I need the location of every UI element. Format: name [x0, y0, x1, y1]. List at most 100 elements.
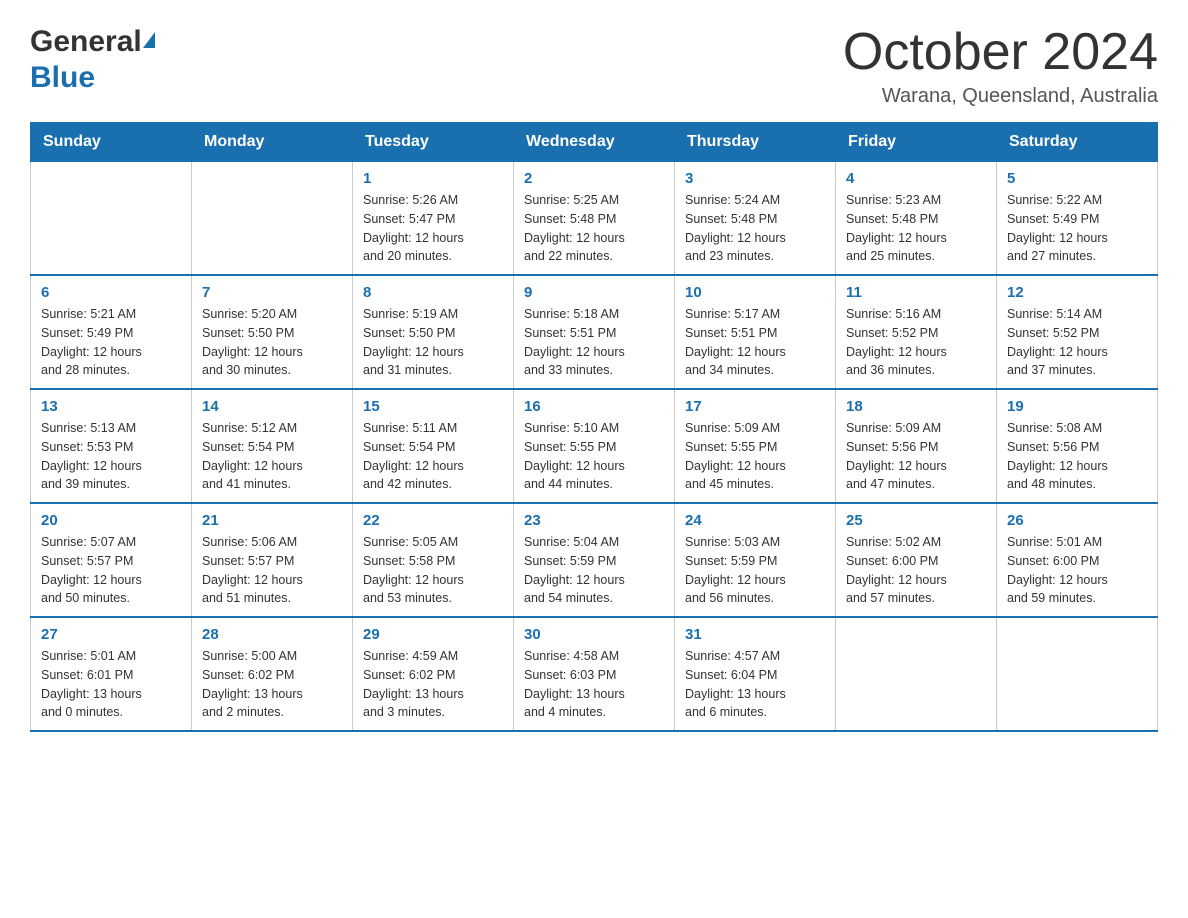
day-info: Sunrise: 5:01 AM Sunset: 6:01 PM Dayligh…	[41, 647, 181, 722]
day-info: Sunrise: 5:13 AM Sunset: 5:53 PM Dayligh…	[41, 419, 181, 494]
calendar-body: 1 Sunrise: 5:26 AM Sunset: 5:47 PM Daylig…	[31, 162, 1158, 732]
calendar-cell: 13 Sunrise: 5:13 AM Sunset: 5:53 PM Dayli…	[31, 389, 192, 503]
day-number: 2	[524, 170, 664, 187]
calendar-table: Sunday Monday Tuesday Wednesday Thursday…	[30, 122, 1158, 732]
calendar-cell: 29Sunrise: 4:59 AM Sunset: 6:02 PM Dayli…	[353, 617, 514, 731]
day-info: Sunrise: 5:26 AM Sunset: 5:47 PM Dayligh…	[363, 191, 503, 266]
calendar-cell	[192, 162, 353, 276]
calendar-cell: 19 Sunrise: 5:08 AM Sunset: 5:56 PM Dayli…	[997, 389, 1158, 503]
day-info: Sunrise: 5:22 AM Sunset: 5:49 PM Dayligh…	[1007, 191, 1147, 266]
day-number: 7	[202, 284, 342, 301]
logo-blue-text: Blue	[30, 61, 95, 94]
calendar-cell: 16Sunrise: 5:10 AM Sunset: 5:55 PM Dayli…	[514, 389, 675, 503]
day-info: Sunrise: 5:09 AM Sunset: 5:55 PM Dayligh…	[685, 419, 825, 494]
day-number: 30	[524, 626, 664, 643]
day-number: 5	[1007, 170, 1147, 187]
calendar-cell	[836, 617, 997, 731]
day-number: 15	[363, 398, 503, 415]
col-friday: Friday	[836, 123, 997, 162]
calendar-cell: 15Sunrise: 5:11 AM Sunset: 5:54 PM Dayli…	[353, 389, 514, 503]
calendar-cell: 12 Sunrise: 5:14 AM Sunset: 5:52 PM Dayli…	[997, 275, 1158, 389]
calendar-week-row: 13 Sunrise: 5:13 AM Sunset: 5:53 PM Dayli…	[31, 389, 1158, 503]
day-number: 19	[1007, 398, 1147, 415]
day-info: Sunrise: 5:23 AM Sunset: 5:48 PM Dayligh…	[846, 191, 986, 266]
day-info: Sunrise: 5:02 AM Sunset: 6:00 PM Dayligh…	[846, 533, 986, 608]
day-number: 22	[363, 512, 503, 529]
day-info: Sunrise: 5:19 AM Sunset: 5:50 PM Dayligh…	[363, 305, 503, 380]
day-number: 14	[202, 398, 342, 415]
day-number: 11	[846, 284, 986, 301]
calendar-week-row: 27Sunrise: 5:01 AM Sunset: 6:01 PM Dayli…	[31, 617, 1158, 731]
day-info: Sunrise: 5:17 AM Sunset: 5:51 PM Dayligh…	[685, 305, 825, 380]
calendar-cell: 8 Sunrise: 5:19 AM Sunset: 5:50 PM Daylig…	[353, 275, 514, 389]
calendar-header: Sunday Monday Tuesday Wednesday Thursday…	[31, 123, 1158, 162]
day-number: 31	[685, 626, 825, 643]
calendar-cell: 25 Sunrise: 5:02 AM Sunset: 6:00 PM Dayli…	[836, 503, 997, 617]
calendar-cell: 6Sunrise: 5:21 AM Sunset: 5:49 PM Daylig…	[31, 275, 192, 389]
calendar-cell: 26 Sunrise: 5:01 AM Sunset: 6:00 PM Dayli…	[997, 503, 1158, 617]
col-wednesday: Wednesday	[514, 123, 675, 162]
day-info: Sunrise: 5:06 AM Sunset: 5:57 PM Dayligh…	[202, 533, 342, 608]
calendar-week-row: 20Sunrise: 5:07 AM Sunset: 5:57 PM Dayli…	[31, 503, 1158, 617]
day-number: 1	[363, 170, 503, 187]
day-number: 18	[846, 398, 986, 415]
day-number: 8	[363, 284, 503, 301]
day-info: Sunrise: 5:20 AM Sunset: 5:50 PM Dayligh…	[202, 305, 342, 380]
day-info: Sunrise: 5:05 AM Sunset: 5:58 PM Dayligh…	[363, 533, 503, 608]
day-info: Sunrise: 5:07 AM Sunset: 5:57 PM Dayligh…	[41, 533, 181, 608]
calendar-cell: 30 Sunrise: 4:58 AM Sunset: 6:03 PM Dayli…	[514, 617, 675, 731]
day-info: Sunrise: 5:18 AM Sunset: 5:51 PM Dayligh…	[524, 305, 664, 380]
day-number: 25	[846, 512, 986, 529]
day-number: 10	[685, 284, 825, 301]
calendar-cell: 22 Sunrise: 5:05 AM Sunset: 5:58 PM Dayli…	[353, 503, 514, 617]
day-info: Sunrise: 4:59 AM Sunset: 6:02 PM Dayligh…	[363, 647, 503, 722]
day-info: Sunrise: 5:08 AM Sunset: 5:56 PM Dayligh…	[1007, 419, 1147, 494]
calendar-week-row: 1 Sunrise: 5:26 AM Sunset: 5:47 PM Daylig…	[31, 162, 1158, 276]
day-info: Sunrise: 5:14 AM Sunset: 5:52 PM Dayligh…	[1007, 305, 1147, 380]
calendar-cell: 9 Sunrise: 5:18 AM Sunset: 5:51 PM Daylig…	[514, 275, 675, 389]
col-saturday: Saturday	[997, 123, 1158, 162]
day-number: 21	[202, 512, 342, 529]
calendar-cell: 24Sunrise: 5:03 AM Sunset: 5:59 PM Dayli…	[675, 503, 836, 617]
day-number: 6	[41, 284, 181, 301]
calendar-cell: 31 Sunrise: 4:57 AM Sunset: 6:04 PM Dayli…	[675, 617, 836, 731]
logo: General Blue	[30, 24, 156, 96]
day-number: 26	[1007, 512, 1147, 529]
day-info: Sunrise: 5:16 AM Sunset: 5:52 PM Dayligh…	[846, 305, 986, 380]
calendar-cell: 23Sunrise: 5:04 AM Sunset: 5:59 PM Dayli…	[514, 503, 675, 617]
day-number: 13	[41, 398, 181, 415]
calendar-week-row: 6Sunrise: 5:21 AM Sunset: 5:49 PM Daylig…	[31, 275, 1158, 389]
day-number: 9	[524, 284, 664, 301]
header-row: Sunday Monday Tuesday Wednesday Thursday…	[31, 123, 1158, 162]
calendar-cell: 7 Sunrise: 5:20 AM Sunset: 5:50 PM Daylig…	[192, 275, 353, 389]
day-number: 12	[1007, 284, 1147, 301]
calendar-cell	[997, 617, 1158, 731]
calendar-cell: 17 Sunrise: 5:09 AM Sunset: 5:55 PM Dayli…	[675, 389, 836, 503]
day-info: Sunrise: 5:12 AM Sunset: 5:54 PM Dayligh…	[202, 419, 342, 494]
col-tuesday: Tuesday	[353, 123, 514, 162]
calendar-cell: 20Sunrise: 5:07 AM Sunset: 5:57 PM Dayli…	[31, 503, 192, 617]
calendar-cell: 11 Sunrise: 5:16 AM Sunset: 5:52 PM Dayli…	[836, 275, 997, 389]
calendar-cell: 18Sunrise: 5:09 AM Sunset: 5:56 PM Dayli…	[836, 389, 997, 503]
day-number: 4	[846, 170, 986, 187]
day-info: Sunrise: 4:57 AM Sunset: 6:04 PM Dayligh…	[685, 647, 825, 722]
calendar-cell: 14 Sunrise: 5:12 AM Sunset: 5:54 PM Dayli…	[192, 389, 353, 503]
calendar-cell: 10 Sunrise: 5:17 AM Sunset: 5:51 PM Dayli…	[675, 275, 836, 389]
day-info: Sunrise: 4:58 AM Sunset: 6:03 PM Dayligh…	[524, 647, 664, 722]
day-info: Sunrise: 5:25 AM Sunset: 5:48 PM Dayligh…	[524, 191, 664, 266]
col-thursday: Thursday	[675, 123, 836, 162]
day-number: 28	[202, 626, 342, 643]
month-title: October 2024	[843, 24, 1158, 81]
calendar-cell: 27Sunrise: 5:01 AM Sunset: 6:01 PM Dayli…	[31, 617, 192, 731]
day-number: 17	[685, 398, 825, 415]
day-info: Sunrise: 5:01 AM Sunset: 6:00 PM Dayligh…	[1007, 533, 1147, 608]
col-monday: Monday	[192, 123, 353, 162]
day-info: Sunrise: 5:24 AM Sunset: 5:48 PM Dayligh…	[685, 191, 825, 266]
day-info: Sunrise: 5:10 AM Sunset: 5:55 PM Dayligh…	[524, 419, 664, 494]
calendar-cell	[31, 162, 192, 276]
day-info: Sunrise: 5:04 AM Sunset: 5:59 PM Dayligh…	[524, 533, 664, 608]
logo-triangle-icon	[143, 32, 155, 48]
col-sunday: Sunday	[31, 123, 192, 162]
calendar-cell: 4 Sunrise: 5:23 AM Sunset: 5:48 PM Daylig…	[836, 162, 997, 276]
day-info: Sunrise: 5:03 AM Sunset: 5:59 PM Dayligh…	[685, 533, 825, 608]
